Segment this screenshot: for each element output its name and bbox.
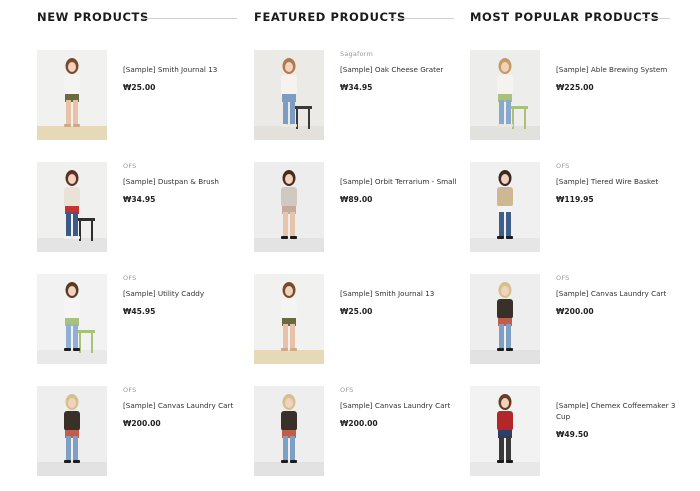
product-brand[interactable] xyxy=(340,162,460,171)
product-card[interactable]: OFS [Sample] Canvas Laundry Cart ₩200.00 xyxy=(37,386,237,476)
product-image[interactable] xyxy=(37,386,107,476)
product-brand[interactable]: OFS xyxy=(556,162,676,171)
product-brand[interactable]: OFS xyxy=(123,274,243,283)
product-name[interactable]: [Sample] Tiered Wire Basket xyxy=(556,176,676,187)
product-brand[interactable]: OFS xyxy=(340,386,460,395)
product-brand[interactable] xyxy=(556,386,676,395)
product-image[interactable] xyxy=(254,274,324,364)
product-name[interactable]: [Sample] Dustpan & Brush xyxy=(123,176,243,187)
girl-white-sweater-stool-photo xyxy=(254,50,324,140)
product-card[interactable]: OFS [Sample] Canvas Laundry Cart ₩200.00 xyxy=(254,386,454,476)
girl-tshirt-jeans-squat-photo xyxy=(254,386,324,476)
product-brand[interactable]: OFS xyxy=(123,386,243,395)
girl-pleated-skirt-photo xyxy=(254,162,324,252)
product-price: ₩34.95 xyxy=(123,195,156,204)
title-divider xyxy=(390,18,454,19)
product-price: ₩25.00 xyxy=(340,307,373,316)
product-name[interactable]: [Sample] Smith Journal 13 xyxy=(340,288,460,299)
product-brand[interactable]: OFS xyxy=(123,162,243,171)
section-title: MOST POPULAR PRODUCTS xyxy=(470,10,660,24)
girl-jeans-green-chair-photo xyxy=(37,274,107,364)
product-name[interactable]: [Sample] Orbit Terrarium - Small xyxy=(340,176,460,187)
product-price: ₩34.95 xyxy=(340,83,373,92)
girl-tshirt-jeans-squat-photo xyxy=(470,274,540,364)
product-image[interactable] xyxy=(254,50,324,140)
product-name[interactable]: [Sample] Canvas Laundry Cart xyxy=(556,288,676,299)
section-header: NEW PRODUCTS xyxy=(37,10,237,28)
girl-green-chair-sweater-photo xyxy=(470,50,540,140)
section-title: FEATURED PRODUCTS xyxy=(254,10,406,24)
product-name[interactable]: [Sample] Smith Journal 13 xyxy=(123,64,243,75)
section-title: NEW PRODUCTS xyxy=(37,10,149,24)
product-card[interactable]: [Sample] Smith Journal 13 ₩25.00 xyxy=(37,50,237,140)
girl-tank-top-plaid-photo xyxy=(37,50,107,140)
product-image[interactable] xyxy=(470,50,540,140)
product-brand[interactable] xyxy=(556,50,676,59)
product-price: ₩49.50 xyxy=(556,430,589,439)
product-name[interactable]: [Sample] Able Brewing System xyxy=(556,64,676,75)
girl-tank-top-plaid-photo xyxy=(254,274,324,364)
product-image[interactable] xyxy=(470,386,540,476)
product-brand[interactable]: Sagaform xyxy=(340,50,460,59)
product-image[interactable] xyxy=(470,162,540,252)
product-card[interactable]: Sagaform [Sample] Oak Cheese Grater ₩34.… xyxy=(254,50,454,140)
product-price: ₩119.95 xyxy=(556,195,594,204)
product-image[interactable] xyxy=(254,386,324,476)
product-name[interactable]: [Sample] Chemex Coffeemaker 3 Cup xyxy=(556,400,676,422)
product-brand[interactable] xyxy=(340,274,460,283)
product-price: ₩200.00 xyxy=(123,419,161,428)
section-header: FEATURED PRODUCTS xyxy=(254,10,454,28)
product-image[interactable] xyxy=(470,274,540,364)
product-name[interactable]: [Sample] Utility Caddy xyxy=(123,288,243,299)
product-price: ₩89.00 xyxy=(340,195,373,204)
girl-tshirt-jeans-squat-photo xyxy=(37,386,107,476)
product-price: ₩45.95 xyxy=(123,307,156,316)
product-image[interactable] xyxy=(37,162,107,252)
product-image[interactable] xyxy=(37,274,107,364)
product-sections: NEW PRODUCTS [Sample] Smith Journal 13 ₩… xyxy=(0,0,700,491)
product-card[interactable]: OFS [Sample] Utility Caddy ₩45.95 xyxy=(37,274,237,364)
product-card[interactable]: [Sample] Chemex Coffeemaker 3 Cup ₩49.50 xyxy=(470,386,675,476)
product-card[interactable]: [Sample] Able Brewing System ₩225.00 xyxy=(470,50,670,140)
product-brand[interactable] xyxy=(123,50,243,59)
product-card[interactable]: OFS [Sample] Canvas Laundry Cart ₩200.00 xyxy=(470,274,670,364)
product-brand[interactable]: OFS xyxy=(556,274,676,283)
product-image[interactable] xyxy=(37,50,107,140)
girl-red-sweater-skirt-photo xyxy=(470,386,540,476)
product-price: ₩200.00 xyxy=(340,419,378,428)
product-card[interactable]: [Sample] Smith Journal 13 ₩25.00 xyxy=(254,274,454,364)
product-name[interactable]: [Sample] Canvas Laundry Cart xyxy=(340,400,460,411)
product-name[interactable]: [Sample] Oak Cheese Grater xyxy=(340,64,460,75)
title-divider xyxy=(142,18,237,19)
product-card[interactable]: [Sample] Orbit Terrarium - Small ₩89.00 xyxy=(254,162,457,252)
product-card[interactable]: OFS [Sample] Dustpan & Brush ₩34.95 xyxy=(37,162,237,252)
product-name[interactable]: [Sample] Canvas Laundry Cart xyxy=(123,400,243,411)
girl-sitting-stool-red-photo xyxy=(37,162,107,252)
product-image[interactable] xyxy=(254,162,324,252)
product-price: ₩225.00 xyxy=(556,83,594,92)
section-header: MOST POPULAR PRODUCTS xyxy=(470,10,670,28)
girl-beige-parka-photo xyxy=(470,162,540,252)
product-price: ₩25.00 xyxy=(123,83,156,92)
product-price: ₩200.00 xyxy=(556,307,594,316)
title-divider xyxy=(637,18,670,19)
product-card[interactable]: OFS [Sample] Tiered Wire Basket ₩119.95 xyxy=(470,162,670,252)
